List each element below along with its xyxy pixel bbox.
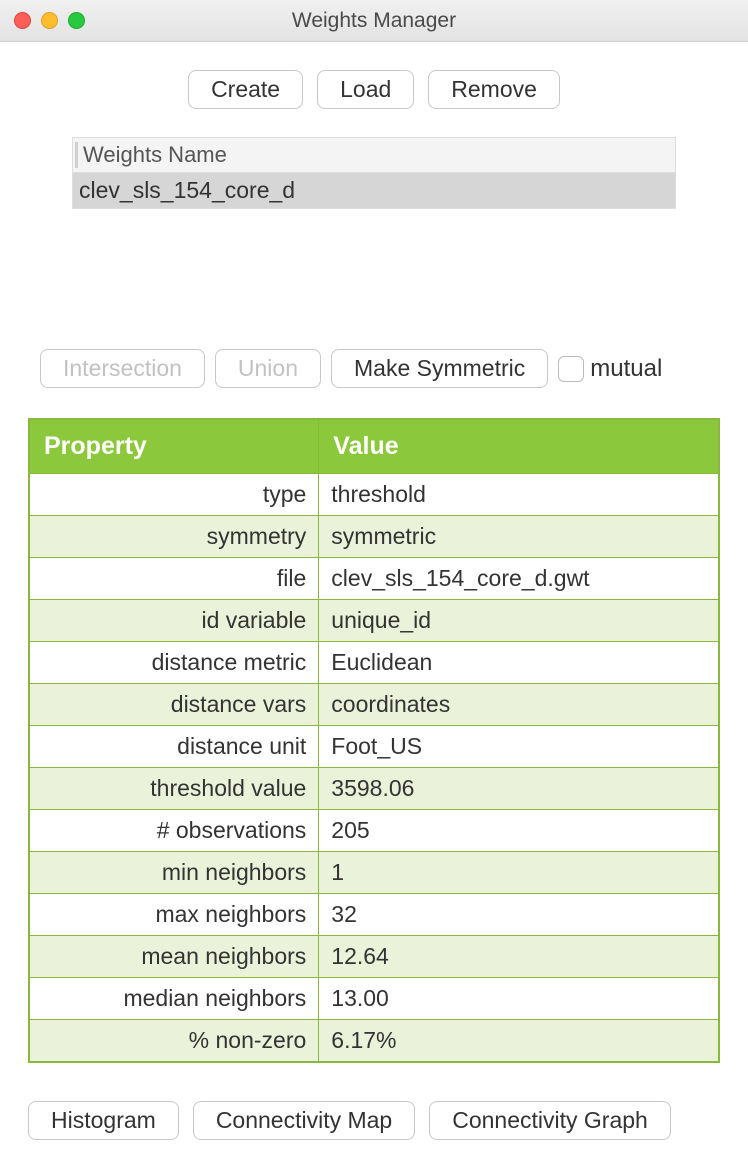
mutual-checkbox[interactable] [558, 356, 584, 382]
table-row: max neighbors32 [29, 894, 719, 936]
top-toolbar: Create Load Remove [0, 42, 748, 137]
table-cell-property: id variable [29, 600, 319, 642]
mutual-checkbox-wrap: mutual [558, 355, 662, 383]
create-button[interactable]: Create [188, 70, 303, 109]
table-cell-property: # observations [29, 810, 319, 852]
table-cell-value: symmetric [319, 516, 719, 558]
table-cell-value: 205 [319, 810, 719, 852]
histogram-button[interactable]: Histogram [28, 1101, 179, 1140]
table-cell-property: max neighbors [29, 894, 319, 936]
connectivity-graph-button[interactable]: Connectivity Graph [429, 1101, 671, 1140]
load-button[interactable]: Load [317, 70, 414, 109]
table-header-value: Value [319, 419, 719, 474]
table-cell-property: type [29, 474, 319, 516]
connectivity-map-button[interactable]: Connectivity Map [193, 1101, 415, 1140]
table-cell-property: min neighbors [29, 852, 319, 894]
make-symmetric-button[interactable]: Make Symmetric [331, 349, 548, 388]
table-cell-value: 12.64 [319, 936, 719, 978]
window-title: Weights Manager [0, 9, 748, 33]
table-cell-value: clev_sls_154_core_d.gwt [319, 558, 719, 600]
maximize-icon[interactable] [68, 12, 85, 29]
table-cell-value: Foot_US [319, 726, 719, 768]
table-cell-property: threshold value [29, 768, 319, 810]
table-cell-value: 3598.06 [319, 768, 719, 810]
table-cell-property: distance unit [29, 726, 319, 768]
table-row: threshold value3598.06 [29, 768, 719, 810]
weights-list-header: Weights Name [73, 138, 675, 173]
table-row: distance unitFoot_US [29, 726, 719, 768]
close-icon[interactable] [14, 12, 31, 29]
table-cell-value: unique_id [319, 600, 719, 642]
mutual-label: mutual [590, 355, 662, 383]
table-cell-property: median neighbors [29, 978, 319, 1020]
table-row: min neighbors1 [29, 852, 719, 894]
bottom-toolbar: Histogram Connectivity Map Connectivity … [0, 1063, 748, 1140]
table-cell-value: 13.00 [319, 978, 719, 1020]
table-cell-value: 32 [319, 894, 719, 936]
table-cell-property: % non-zero [29, 1020, 319, 1063]
minimize-icon[interactable] [41, 12, 58, 29]
table-cell-value: threshold [319, 474, 719, 516]
table-cell-property: symmetry [29, 516, 319, 558]
table-cell-value: 6.17% [319, 1020, 719, 1063]
table-cell-property: mean neighbors [29, 936, 319, 978]
table-row: distance metricEuclidean [29, 642, 719, 684]
table-cell-property: distance vars [29, 684, 319, 726]
weights-list-row[interactable]: clev_sls_154_core_d [73, 173, 675, 208]
table-row: distance varscoordinates [29, 684, 719, 726]
table-cell-value: coordinates [319, 684, 719, 726]
table-row: # observations205 [29, 810, 719, 852]
table-row: fileclev_sls_154_core_d.gwt [29, 558, 719, 600]
table-row: % non-zero6.17% [29, 1020, 719, 1063]
content: Create Load Remove Weights Name clev_sls… [0, 42, 748, 1140]
table-cell-value: Euclidean [319, 642, 719, 684]
table-cell-property: distance metric [29, 642, 319, 684]
table-row: typethreshold [29, 474, 719, 516]
table-header-row: Property Value [29, 419, 719, 474]
table-row: mean neighbors12.64 [29, 936, 719, 978]
table-header-property: Property [29, 419, 319, 474]
titlebar: Weights Manager [0, 0, 748, 42]
table-cell-value: 1 [319, 852, 719, 894]
table-row: median neighbors13.00 [29, 978, 719, 1020]
table-row: symmetrysymmetric [29, 516, 719, 558]
remove-button[interactable]: Remove [428, 70, 560, 109]
table-cell-property: file [29, 558, 319, 600]
intersection-button[interactable]: Intersection [40, 349, 205, 388]
properties-table: Property Value typethresholdsymmetrysymm… [28, 418, 720, 1063]
mid-toolbar: Intersection Union Make Symmetric mutual [0, 349, 748, 388]
table-row: id variableunique_id [29, 600, 719, 642]
weights-list[interactable]: Weights Name clev_sls_154_core_d [72, 137, 676, 209]
traffic-lights [0, 12, 85, 29]
union-button[interactable]: Union [215, 349, 321, 388]
